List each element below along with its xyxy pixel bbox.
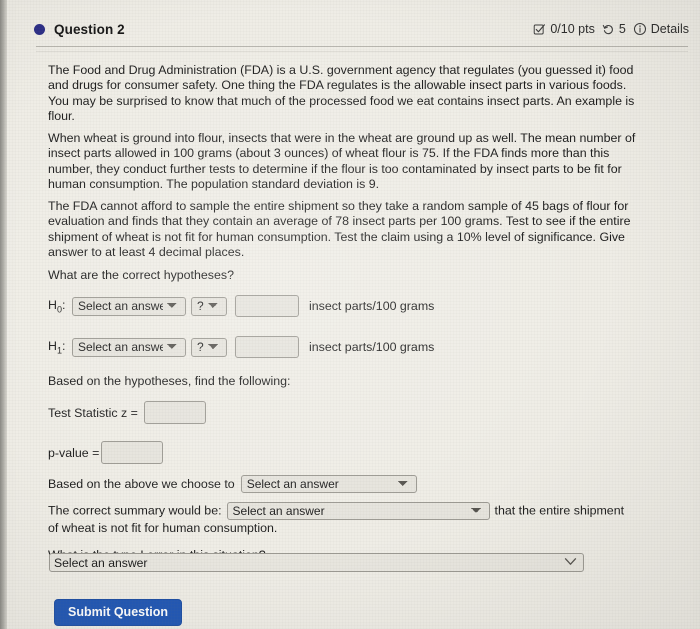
hypothesis-null-unit-label: insect parts/100 grams bbox=[309, 299, 435, 313]
summary-select[interactable]: Select an answer bbox=[226, 502, 490, 520]
hypotheses-prompt: What are the correct hypotheses? bbox=[48, 268, 234, 282]
page-background: Question 2 0/10 pts 5 Details The Food a… bbox=[7, 0, 700, 629]
hypothesis-row-null: H0: Select an answer ? insect parts/100 … bbox=[48, 295, 434, 317]
hypothesis-alt-subscript: 1 bbox=[56, 345, 62, 356]
page-title: Question 2 bbox=[54, 21, 125, 37]
summary-prefix: The correct summary would be: bbox=[48, 503, 222, 518]
decision-prompt: Based on the above we choose to bbox=[48, 477, 235, 491]
hypothesis-null-operator-select[interactable]: ? bbox=[191, 296, 227, 316]
question-title-group: Question 2 bbox=[34, 22, 125, 37]
points-value: 0/10 pts bbox=[550, 22, 595, 36]
hypothesis-alt-operator-select[interactable]: ? bbox=[191, 337, 227, 357]
type-one-error-select[interactable] bbox=[49, 553, 584, 572]
hypothesis-alt-value-input[interactable] bbox=[235, 336, 299, 358]
details-label: Details bbox=[650, 22, 689, 36]
points-group: 0/10 pts bbox=[533, 22, 595, 36]
summary-tail: of wheat is not fit for human consumptio… bbox=[48, 521, 278, 535]
question-paragraph-1: The Food and Drug Administration (FDA) i… bbox=[48, 63, 635, 124]
hypothesis-alt-label: H1: bbox=[48, 338, 66, 356]
p-value-label: p-value = bbox=[48, 445, 100, 460]
submit-question-button[interactable]: Submit Question bbox=[54, 599, 182, 626]
question-status-dot-icon bbox=[34, 23, 45, 35]
question-paragraph-3: The FDA cannot afford to sample the enti… bbox=[48, 199, 631, 260]
decision-select[interactable]: Select an answer bbox=[240, 475, 417, 493]
test-statistic-row: Test Statistic z = bbox=[48, 401, 206, 424]
p-value-input[interactable] bbox=[101, 441, 164, 464]
question-header: Question 2 0/10 pts 5 Details bbox=[34, 13, 689, 45]
decision-row: Based on the above we choose to Select a… bbox=[48, 475, 417, 493]
summary-suffix: that the entire shipment bbox=[494, 503, 625, 518]
details-link[interactable]: Details bbox=[633, 22, 689, 36]
hypothesis-null-subscript: 0 bbox=[56, 304, 62, 315]
summary-row: The correct summary would be: Select an … bbox=[48, 502, 688, 520]
history-undo-icon bbox=[602, 23, 615, 36]
hypothesis-row-alternative: H1: Select an answer ? insect parts/100 … bbox=[48, 336, 434, 358]
checkbox-check-icon bbox=[533, 23, 546, 36]
hypothesis-alt-answer-select[interactable]: Select an answer bbox=[72, 337, 186, 357]
info-circle-icon bbox=[633, 22, 647, 36]
test-statistic-label: Test Statistic z = bbox=[48, 405, 138, 420]
header-divider-secondary bbox=[36, 51, 688, 52]
question-meta-group: 0/10 pts 5 Details bbox=[533, 22, 689, 36]
hypothesis-null-answer-select[interactable]: Select an answer bbox=[72, 296, 186, 316]
hypothesis-null-value-input[interactable] bbox=[235, 295, 299, 317]
hypothesis-alt-unit-label: insect parts/100 grams bbox=[309, 340, 435, 354]
question-card: Question 2 0/10 pts 5 Details The Food a… bbox=[16, 5, 693, 626]
screen-bezel-edge bbox=[0, 0, 7, 629]
attempts-group: 5 bbox=[602, 22, 626, 36]
test-statistic-input[interactable] bbox=[143, 401, 206, 424]
header-divider bbox=[36, 46, 688, 47]
p-value-row: p-value = bbox=[48, 441, 164, 464]
findings-prompt: Based on the hypotheses, find the follow… bbox=[48, 374, 291, 388]
question-paragraph-2: When wheat is ground into flour, insects… bbox=[48, 131, 636, 192]
hypothesis-null-label: H0: bbox=[48, 297, 66, 315]
attempts-value: 5 bbox=[618, 22, 626, 36]
